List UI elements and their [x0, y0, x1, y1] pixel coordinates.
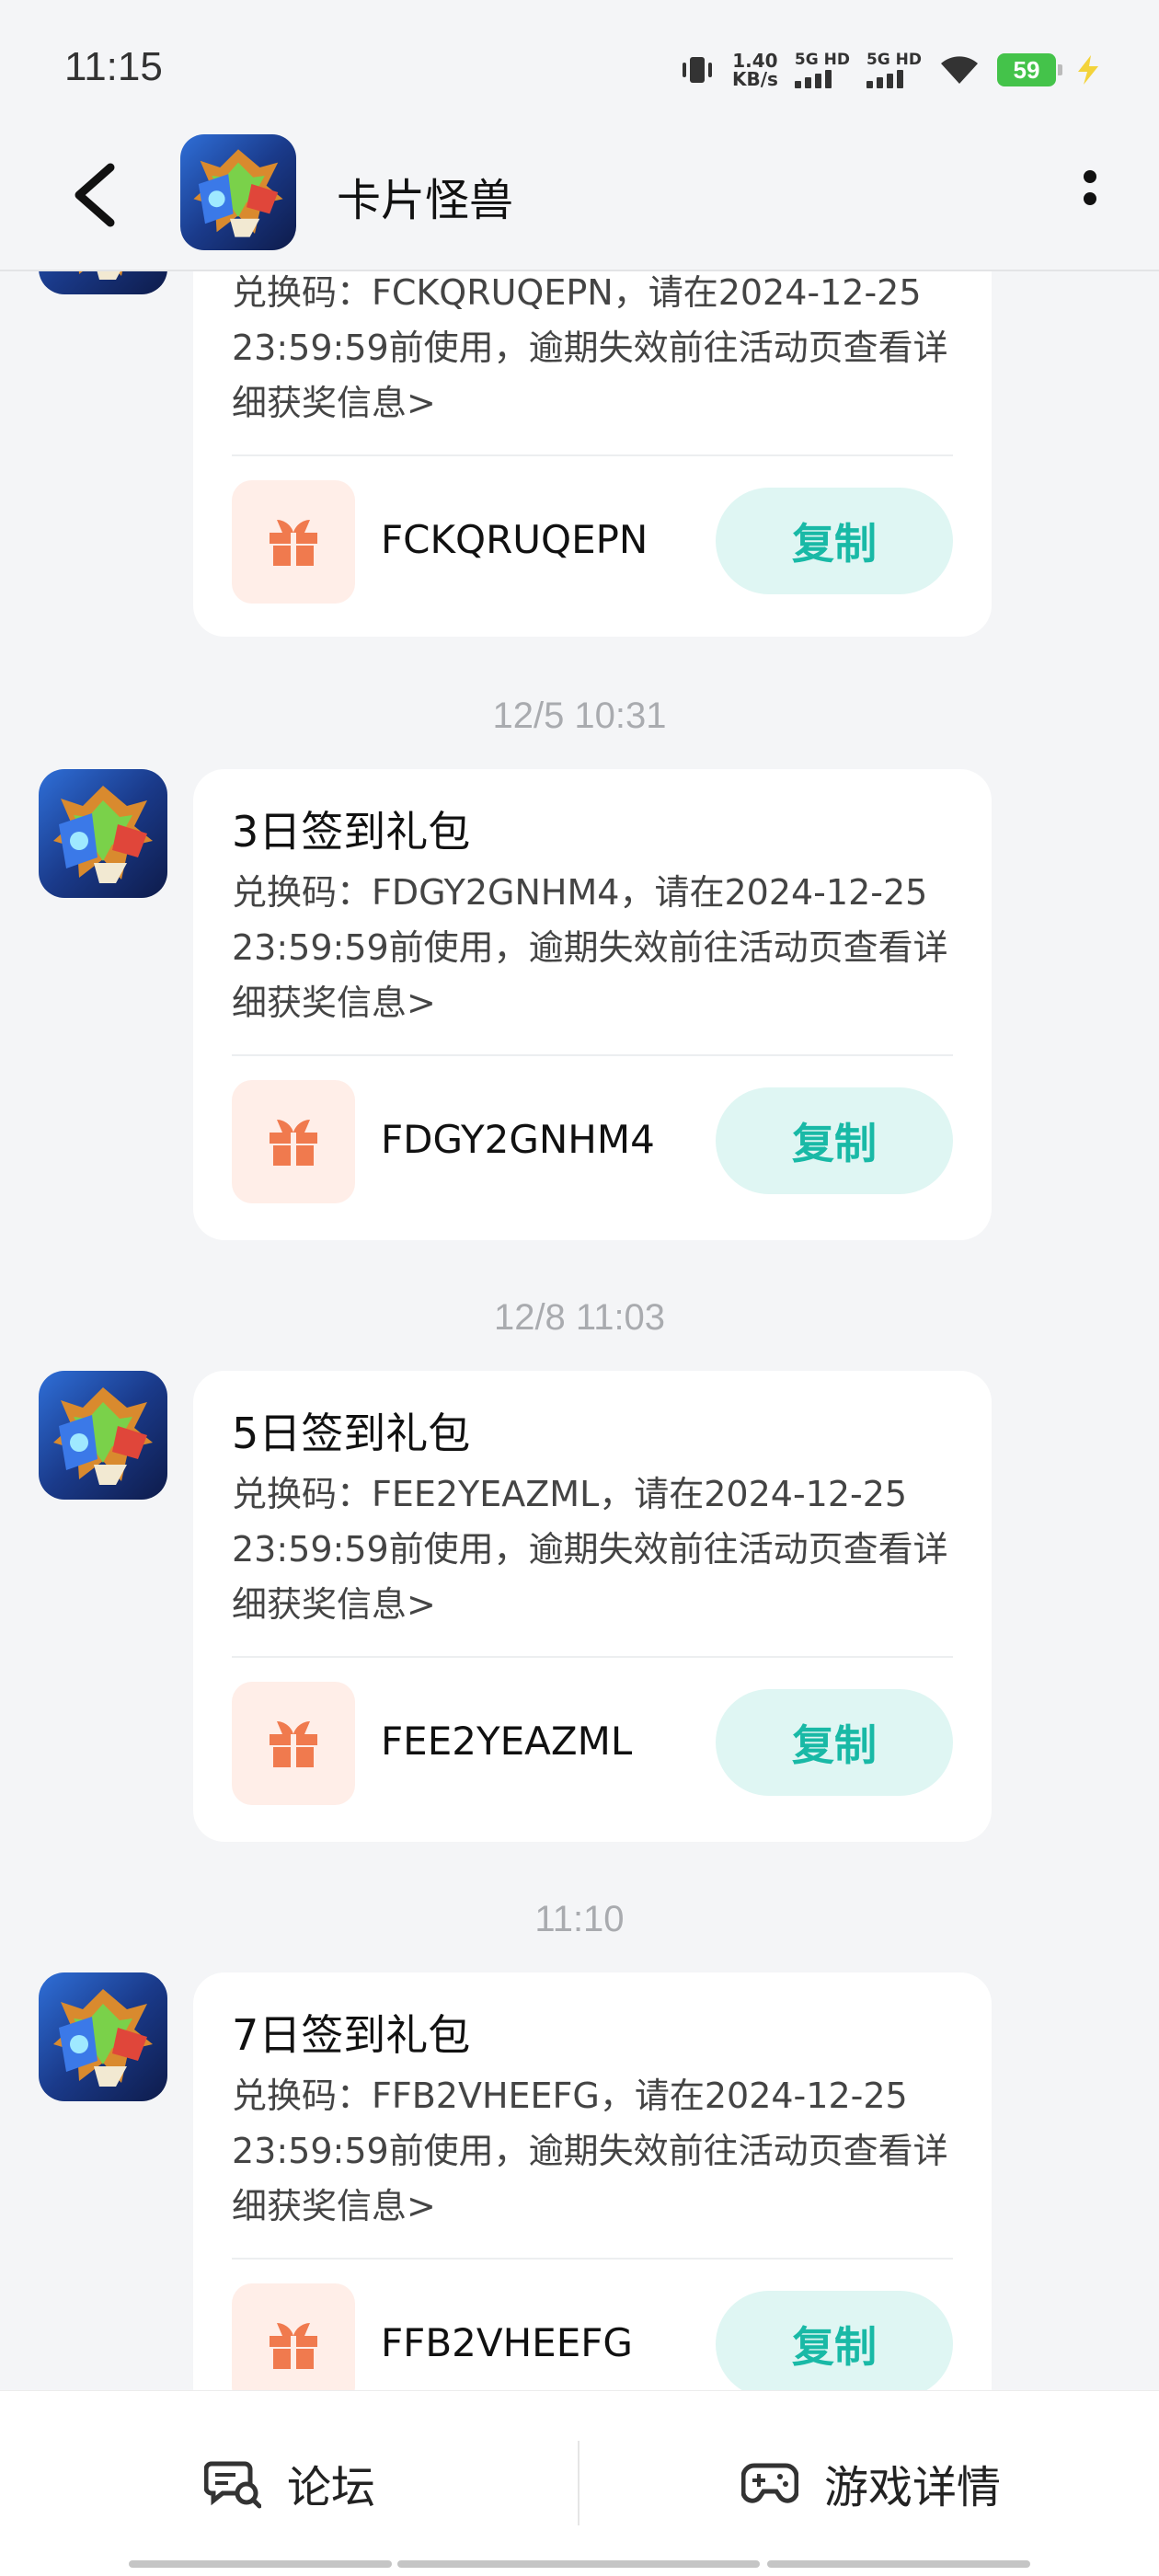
message-card: 7日签到礼包 兑换码：FFB2VHEEFG，请在2024-12-25 23:59… — [193, 1972, 992, 2392]
game-avatar[interactable] — [39, 769, 167, 898]
gift-code: FDGY2GNHM4 — [381, 1117, 655, 1162]
gift-icon — [232, 1682, 355, 1805]
gift-code-row: FFB2VHEEFG 复制 — [232, 2260, 953, 2392]
home-indicator — [397, 2560, 760, 2568]
bottom-action-bar: 论坛 游戏详情 — [0, 2390, 1159, 2576]
message-timestamp: 11:10 — [534, 1899, 625, 1939]
back-arrow-icon[interactable] — [64, 158, 129, 232]
game-detail-button[interactable]: 游戏详情 — [741, 2391, 1001, 2575]
gift-icon — [232, 2283, 355, 2392]
message-feed[interactable]: 兑换码：FCKQRUQEPN，请在2024-12-25 23:59:59前使用，… — [0, 0, 1159, 2392]
message-body[interactable]: 兑换码：FCKQRUQEPN，请在2024-12-25 23:59:59前使用，… — [232, 265, 953, 431]
message-card: 5日签到礼包 兑换码：FEE2YEAZML，请在2024-12-25 23:59… — [193, 1371, 992, 1842]
home-indicator — [767, 2560, 1030, 2568]
gift-code-row: FDGY2GNHM4 复制 — [232, 1056, 953, 1240]
game-avatar[interactable] — [39, 1972, 167, 2101]
gift-code: FFB2VHEEFG — [381, 2320, 633, 2365]
message-title: 5日签到礼包 — [232, 1409, 471, 1458]
page-title: 卡片怪兽 — [337, 175, 514, 226]
gift-code: FCKQRUQEPN — [381, 517, 648, 562]
forum-chat-icon — [204, 2461, 261, 2509]
message-title: 3日签到礼包 — [232, 807, 471, 857]
gift-code-row: FEE2YEAZML 复制 — [232, 1658, 953, 1842]
message-body[interactable]: 兑换码：FFB2VHEEFG，请在2024-12-25 23:59:59前使用，… — [232, 2068, 953, 2234]
game-detail-label: 游戏详情 — [824, 2462, 1002, 2513]
copy-button[interactable]: 复制 — [716, 1689, 953, 1796]
forum-label: 论坛 — [287, 2462, 376, 2513]
divider — [578, 2441, 580, 2525]
gift-code-row: FCKQRUQEPN 复制 — [232, 456, 953, 640]
gamepad-icon — [741, 2463, 798, 2503]
message-body[interactable]: 兑换码：FDGY2GNHM4，请在2024-12-25 23:59:59前使用，… — [232, 865, 953, 1030]
home-indicator — [129, 2560, 392, 2568]
copy-button[interactable]: 复制 — [716, 1087, 953, 1194]
gift-icon — [232, 1080, 355, 1203]
game-avatar[interactable] — [39, 1371, 167, 1500]
app-header: 卡片怪兽 — [0, 129, 1159, 271]
message-timestamp: 12/8 11:03 — [493, 1297, 666, 1338]
gift-code: FEE2YEAZML — [381, 1719, 633, 1764]
forum-button[interactable]: 论坛 — [204, 2391, 375, 2575]
gift-icon — [232, 480, 355, 604]
copy-button[interactable]: 复制 — [716, 2291, 953, 2392]
copy-button[interactable]: 复制 — [716, 488, 953, 594]
message-card: 3日签到礼包 兑换码：FDGY2GNHM4，请在2024-12-25 23:59… — [193, 769, 992, 1240]
more-vertical-icon[interactable] — [1067, 161, 1113, 225]
game-avatar[interactable] — [180, 134, 296, 250]
message-title: 7日签到礼包 — [232, 2010, 471, 2060]
message-timestamp: 12/5 10:31 — [492, 696, 667, 736]
message-body[interactable]: 兑换码：FEE2YEAZML，请在2024-12-25 23:59:59前使用，… — [232, 1466, 953, 1632]
